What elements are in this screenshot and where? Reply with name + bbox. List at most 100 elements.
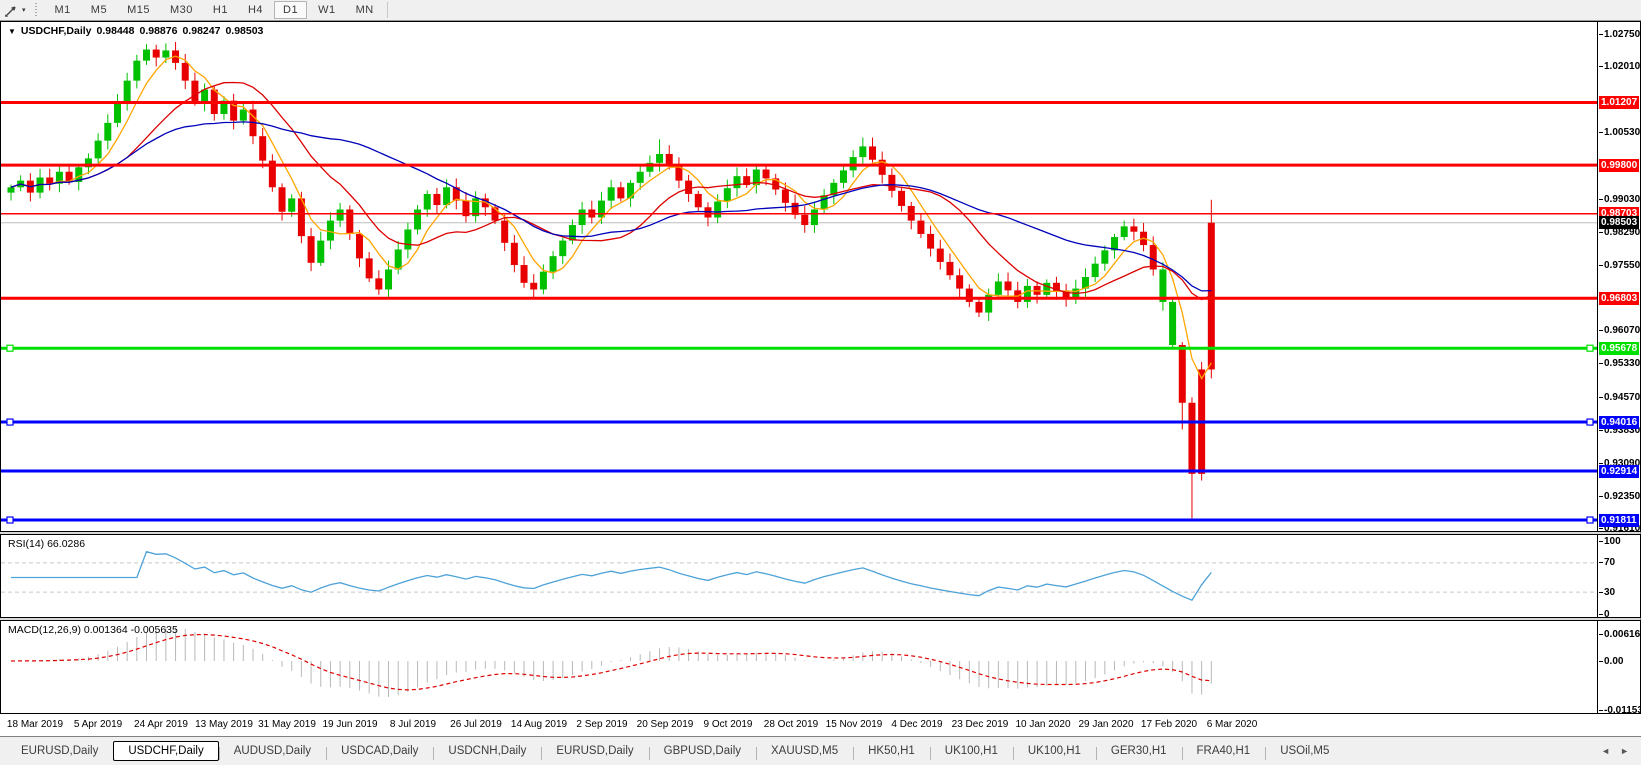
price-tick: 0.92350 — [1604, 490, 1640, 503]
rsi-chart[interactable] — [1, 535, 1597, 617]
chart-symbol-label: USDCHF,Daily — [21, 25, 92, 37]
date-tick-label: 18 Mar 2019 — [7, 719, 63, 730]
ohlc-high: 0.98876 — [140, 25, 178, 37]
timeframe-button-H1[interactable]: H1 — [204, 1, 237, 19]
toolbar-grip-handle[interactable] — [34, 3, 39, 18]
date-tick-label: 4 Dec 2019 — [891, 719, 942, 730]
price-tick: 1.02010 — [1604, 60, 1640, 73]
price-label-badge: 0.94016 — [1599, 416, 1639, 429]
macd-tick: 0.00 — [1604, 655, 1623, 668]
price-tick: 0.97550 — [1604, 259, 1640, 272]
tab-scroll-left-icon[interactable]: ◄ — [1601, 746, 1610, 756]
price-label-badge: 0.99800 — [1599, 159, 1639, 172]
timeframe-button-M5[interactable]: M5 — [82, 1, 116, 19]
price-tick: 1.00530 — [1604, 126, 1640, 139]
timeframe-button-M30[interactable]: M30 — [161, 1, 202, 19]
chart-tab-USDCHF-Daily[interactable]: USDCHF,Daily — [113, 741, 218, 761]
rsi-axis: 10070300 — [1597, 535, 1640, 617]
timeframe-button-M1[interactable]: M1 — [46, 1, 80, 19]
macd-axis: 0.0061670.00-0.011531 — [1597, 621, 1640, 713]
chart-tab-XAUUSD-M5[interactable]: XAUUSD,M5 — [756, 742, 853, 760]
tab-scroll-arrows: ◄► — [1601, 746, 1629, 756]
date-tick-label: 23 Dec 2019 — [952, 719, 1009, 730]
chart-tab-EURUSD-Daily[interactable]: EURUSD,Daily — [541, 742, 648, 760]
chart-tab-USDCNH-Daily[interactable]: USDCNH,Daily — [433, 742, 541, 760]
timeframe-button-D1[interactable]: D1 — [274, 1, 307, 19]
price-label-badge: 0.91811 — [1599, 514, 1639, 527]
macd-tick: 0.006167 — [1604, 628, 1641, 641]
ohlc-low: 0.98247 — [182, 25, 220, 37]
timeframe-button-group: M1M5M15M30H1H4D1W1MN — [45, 1, 384, 19]
ohlc-close: 0.98503 — [225, 25, 263, 37]
chart-tab-HK50-H1[interactable]: HK50,H1 — [853, 742, 930, 760]
price-tick: 0.95330 — [1604, 357, 1640, 370]
rsi-indicator-label: RSI(14) 66.0286 — [8, 538, 85, 550]
date-tick-label: 31 May 2019 — [258, 719, 316, 730]
price-tick: 0.99030 — [1604, 193, 1640, 206]
price-label-badge: 0.96803 — [1599, 292, 1639, 305]
price-tick: 1.02750 — [1604, 28, 1640, 41]
chart-workspace: ▼ USDCHF,Daily 0.98448 0.98876 0.98247 0… — [0, 21, 1641, 765]
chart-tab-bar: EURUSD,DailyUSDCHF,DailyAUDUSD,DailyUSDC… — [0, 736, 1641, 765]
timeframe-button-M15[interactable]: M15 — [118, 1, 159, 19]
timeframe-button-MN[interactable]: MN — [347, 1, 383, 19]
chart-tab-USDCAD-Daily[interactable]: USDCAD,Daily — [326, 742, 433, 760]
date-tick-label: 26 Jul 2019 — [450, 719, 502, 730]
chart-tab-AUDUSD-Daily[interactable]: AUDUSD,Daily — [219, 742, 326, 760]
date-axis[interactable]: 18 Mar 2019 5 Apr 2019 24 Apr 2019 13 May 2… — [0, 714, 1641, 736]
chart-tab-USOil-M5[interactable]: USOil,M5 — [1265, 742, 1344, 760]
date-tick-label: 10 Jan 2020 — [1015, 719, 1070, 730]
price-pane: ▼ USDCHF,Daily 0.98448 0.98876 0.98247 0… — [0, 21, 1641, 532]
rsi-tick: 100 — [1604, 535, 1621, 548]
chart-tab-GER30-H1[interactable]: GER30,H1 — [1096, 742, 1182, 760]
chart-tab-FRA40-H1[interactable]: FRA40,H1 — [1182, 742, 1266, 760]
date-tick-label: 29 Jan 2020 — [1078, 719, 1133, 730]
chart-tab-GBPUSD-Daily[interactable]: GBPUSD,Daily — [649, 742, 756, 760]
date-tick-label: 15 Nov 2019 — [826, 719, 883, 730]
macd-signal-line — [11, 635, 1211, 690]
cursor-tool-button[interactable]: ▾ — [0, 3, 30, 18]
chart-title: ▼ USDCHF,Daily 0.98448 0.98876 0.98247 0… — [8, 25, 263, 37]
price-axis: 1.027501.020101.005300.990300.982900.975… — [1597, 22, 1640, 531]
top-toolbar: ▾ M1M5M15M30H1H4D1W1MN — [0, 0, 1641, 21]
macd-histogram — [11, 627, 1211, 697]
date-tick-label: 28 Oct 2019 — [764, 719, 818, 730]
timeframe-button-W1[interactable]: W1 — [309, 1, 345, 19]
date-tick-label: 6 Mar 2020 — [1207, 719, 1258, 730]
current-price-label: 0.98503 — [1599, 216, 1639, 229]
date-tick-label: 2 Sep 2019 — [576, 719, 627, 730]
chart-tab-UK100-H1[interactable]: UK100,H1 — [930, 742, 1013, 760]
rsi-tick: 70 — [1604, 556, 1615, 569]
rsi-pane: RSI(14) 66.0286 100 70 30 0 — [0, 534, 1641, 618]
date-tick-label: 14 Aug 2019 — [511, 719, 567, 730]
candlestick-chart[interactable] — [1, 22, 1597, 531]
chart-tab-EURUSD-Daily[interactable]: EURUSD,Daily — [6, 742, 113, 760]
rsi-line — [11, 552, 1211, 601]
moving-average-5 — [11, 56, 1211, 378]
rsi-tick: 0 — [1604, 608, 1610, 621]
date-tick-label: 8 Jul 2019 — [390, 719, 436, 730]
timeframe-button-H4[interactable]: H4 — [239, 1, 272, 19]
macd-chart[interactable] — [1, 621, 1597, 713]
date-tick-label: 19 Jun 2019 — [322, 719, 377, 730]
price-tick: 0.94570 — [1604, 391, 1640, 404]
macd-indicator-label: MACD(12,26,9) 0.001364 -0.005635 — [8, 624, 178, 636]
price-label-badge: 0.95678 — [1599, 342, 1639, 355]
crosshair-cursor-icon — [4, 3, 19, 18]
rsi-tick: 30 — [1604, 586, 1615, 599]
tab-scroll-right-icon[interactable]: ► — [1620, 746, 1629, 756]
price-label-badge: 0.92914 — [1599, 465, 1639, 478]
date-tick-label: 5 Apr 2019 — [74, 719, 122, 730]
date-tick-label: 20 Sep 2019 — [637, 719, 694, 730]
tool-dropdown-caret[interactable]: ▾ — [22, 6, 26, 14]
date-tick-label: 9 Oct 2019 — [704, 719, 753, 730]
price-tick: 0.96070 — [1604, 324, 1640, 337]
date-tick-label: 17 Feb 2020 — [1141, 719, 1197, 730]
date-tick-label: 24 Apr 2019 — [134, 719, 188, 730]
chart-tab-UK100-H1[interactable]: UK100,H1 — [1013, 742, 1096, 760]
ohlc-open: 0.98448 — [97, 25, 135, 37]
toolbar-separator — [387, 2, 388, 18]
date-tick-label: 13 May 2019 — [195, 719, 253, 730]
collapse-triangle-icon[interactable]: ▼ — [8, 27, 16, 36]
price-label-badge: 1.01207 — [1599, 96, 1639, 109]
